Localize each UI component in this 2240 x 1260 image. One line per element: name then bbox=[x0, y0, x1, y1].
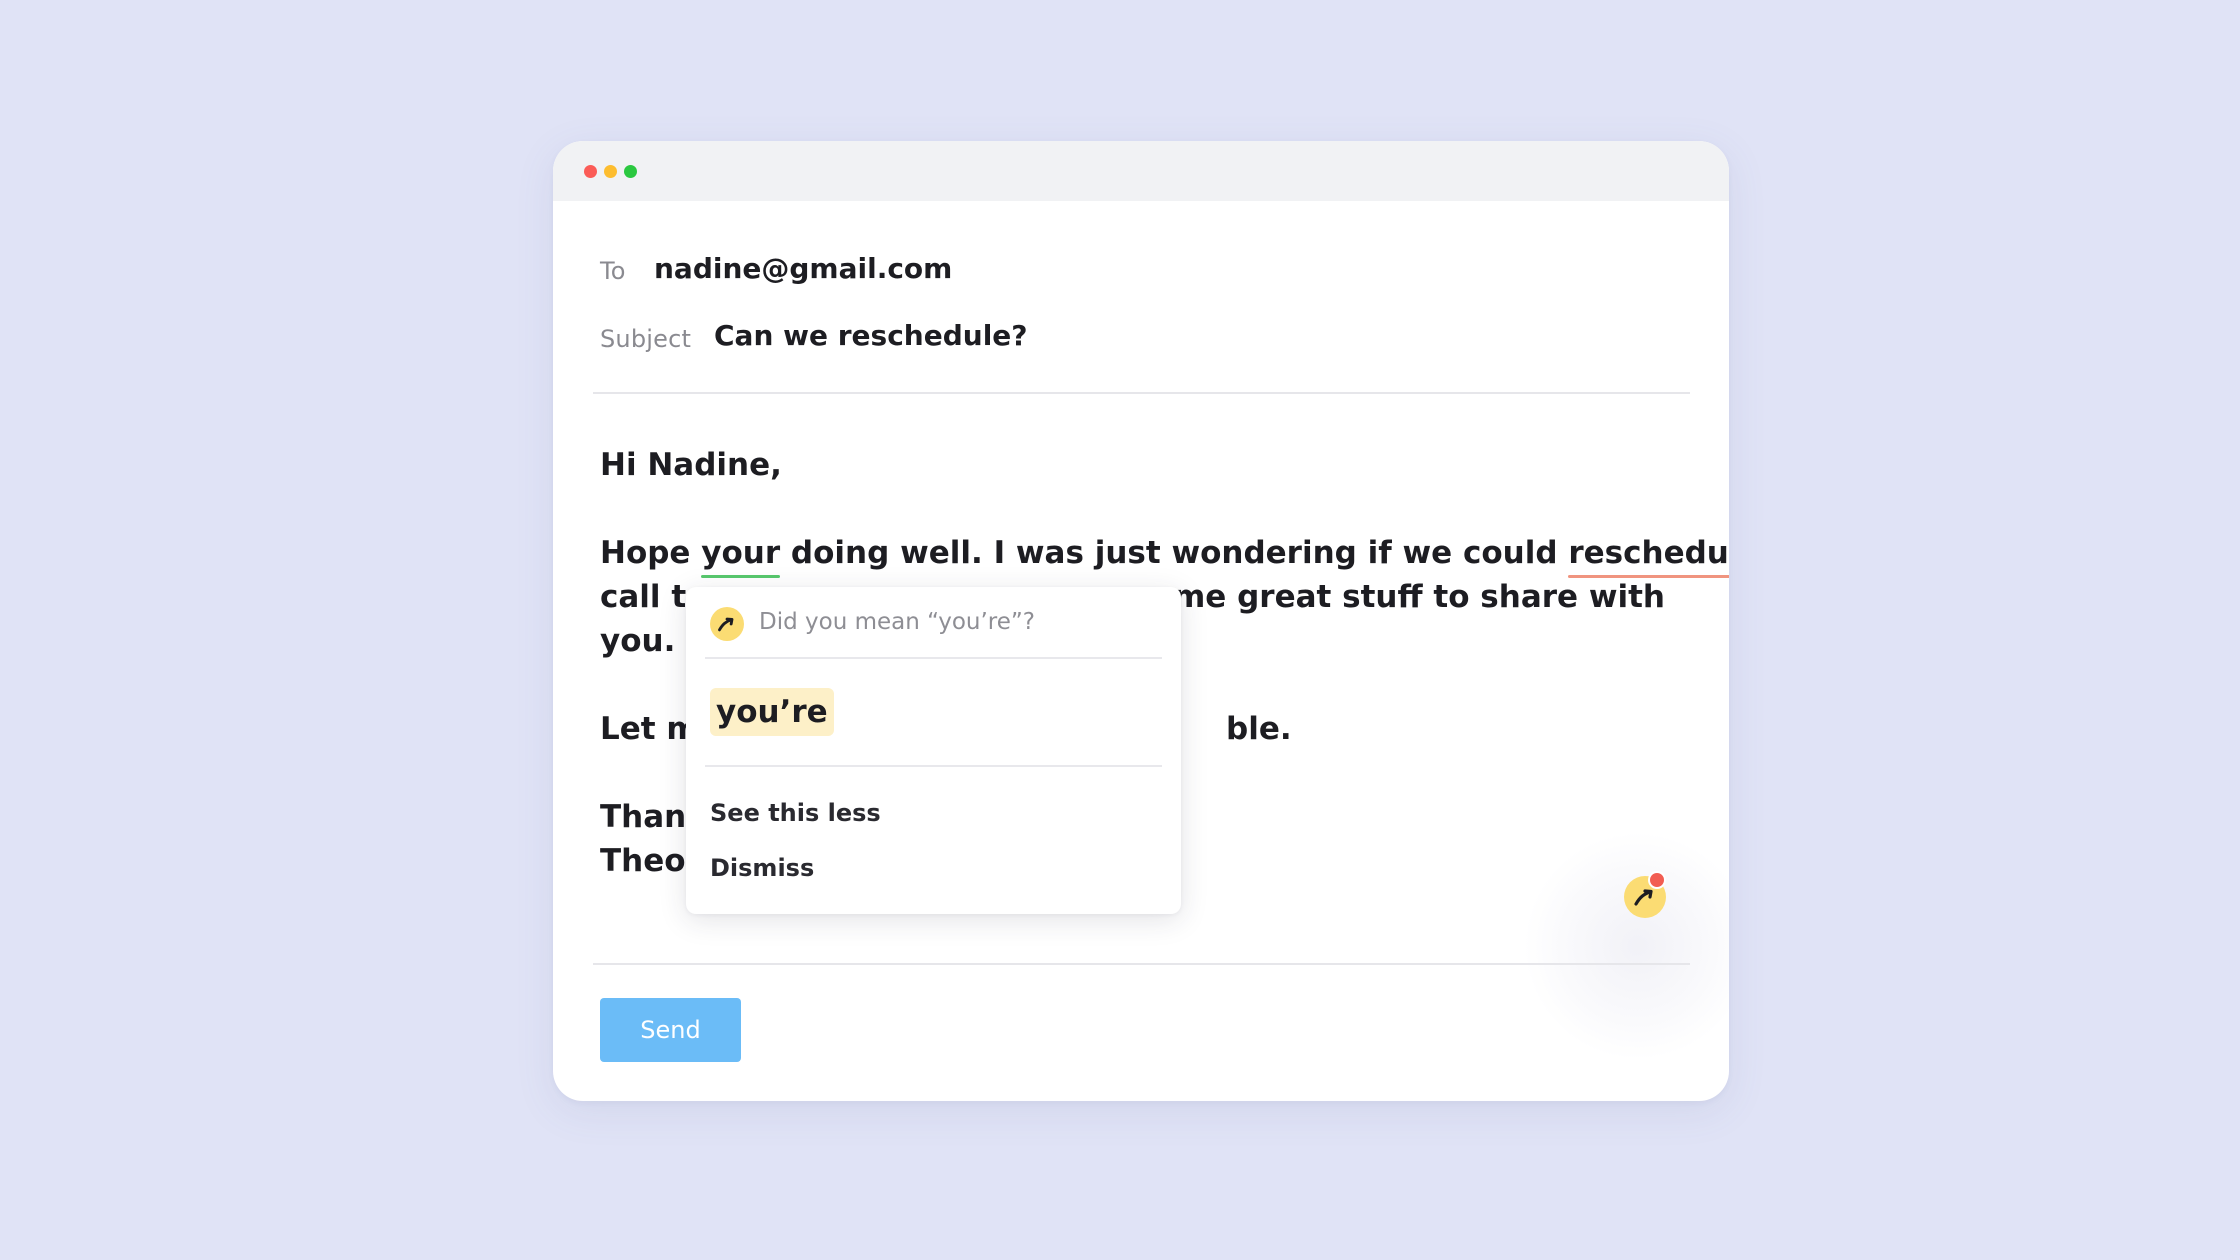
body-line-greeting: Hi Nadine, bbox=[600, 447, 782, 483]
body-line-6: Theo bbox=[600, 843, 686, 879]
body-text-segment: Let m bbox=[600, 711, 699, 747]
body-text-segment: ble. bbox=[1226, 711, 1292, 747]
see-this-less-button[interactable]: See this less bbox=[710, 799, 881, 827]
subject-label: Subject bbox=[600, 325, 692, 353]
assistant-glow bbox=[1523, 831, 1729, 1061]
dismiss-button[interactable]: Dismiss bbox=[710, 854, 814, 882]
suggestion-replacement-button[interactable]: you’re bbox=[710, 688, 834, 736]
writing-assistant-icon bbox=[718, 617, 734, 632]
close-window-button[interactable] bbox=[584, 165, 597, 178]
grammar-flagged-word[interactable]: your bbox=[701, 531, 780, 578]
spelling-flagged-word[interactable]: rescheduel bbox=[1568, 531, 1729, 578]
to-label: To bbox=[600, 257, 626, 285]
header-divider bbox=[593, 392, 1690, 394]
body-line-1: Hope your doing well. I was just wonderi… bbox=[600, 531, 1729, 578]
body-line-3: you. bbox=[600, 623, 676, 659]
maximize-window-button[interactable] bbox=[624, 165, 637, 178]
to-field[interactable]: nadine@gmail.com bbox=[654, 252, 952, 285]
body-text-segment: doing well. I was just wondering if we c… bbox=[780, 535, 1569, 571]
send-button[interactable]: Send bbox=[600, 998, 741, 1062]
popup-divider bbox=[705, 657, 1162, 659]
suggestion-question: Did you mean “you’re”? bbox=[759, 609, 1036, 635]
notification-dot bbox=[1648, 871, 1666, 889]
window-titlebar bbox=[553, 141, 1729, 201]
subject-field[interactable]: Can we reschedule? bbox=[714, 319, 1028, 352]
suggestion-popup: Did you mean “you’re”? you’re See this l… bbox=[686, 587, 1181, 914]
body-text-segment: me great stuff to share with bbox=[1173, 579, 1666, 615]
writing-assistant-icon bbox=[710, 607, 744, 641]
popup-divider bbox=[705, 765, 1162, 767]
body-line-4: Let m ble. bbox=[600, 707, 1292, 751]
body-text-segment: Hope bbox=[600, 535, 702, 571]
minimize-window-button[interactable] bbox=[604, 165, 617, 178]
body-line-5: Thanl bbox=[600, 799, 697, 835]
footer-divider bbox=[593, 963, 1690, 965]
